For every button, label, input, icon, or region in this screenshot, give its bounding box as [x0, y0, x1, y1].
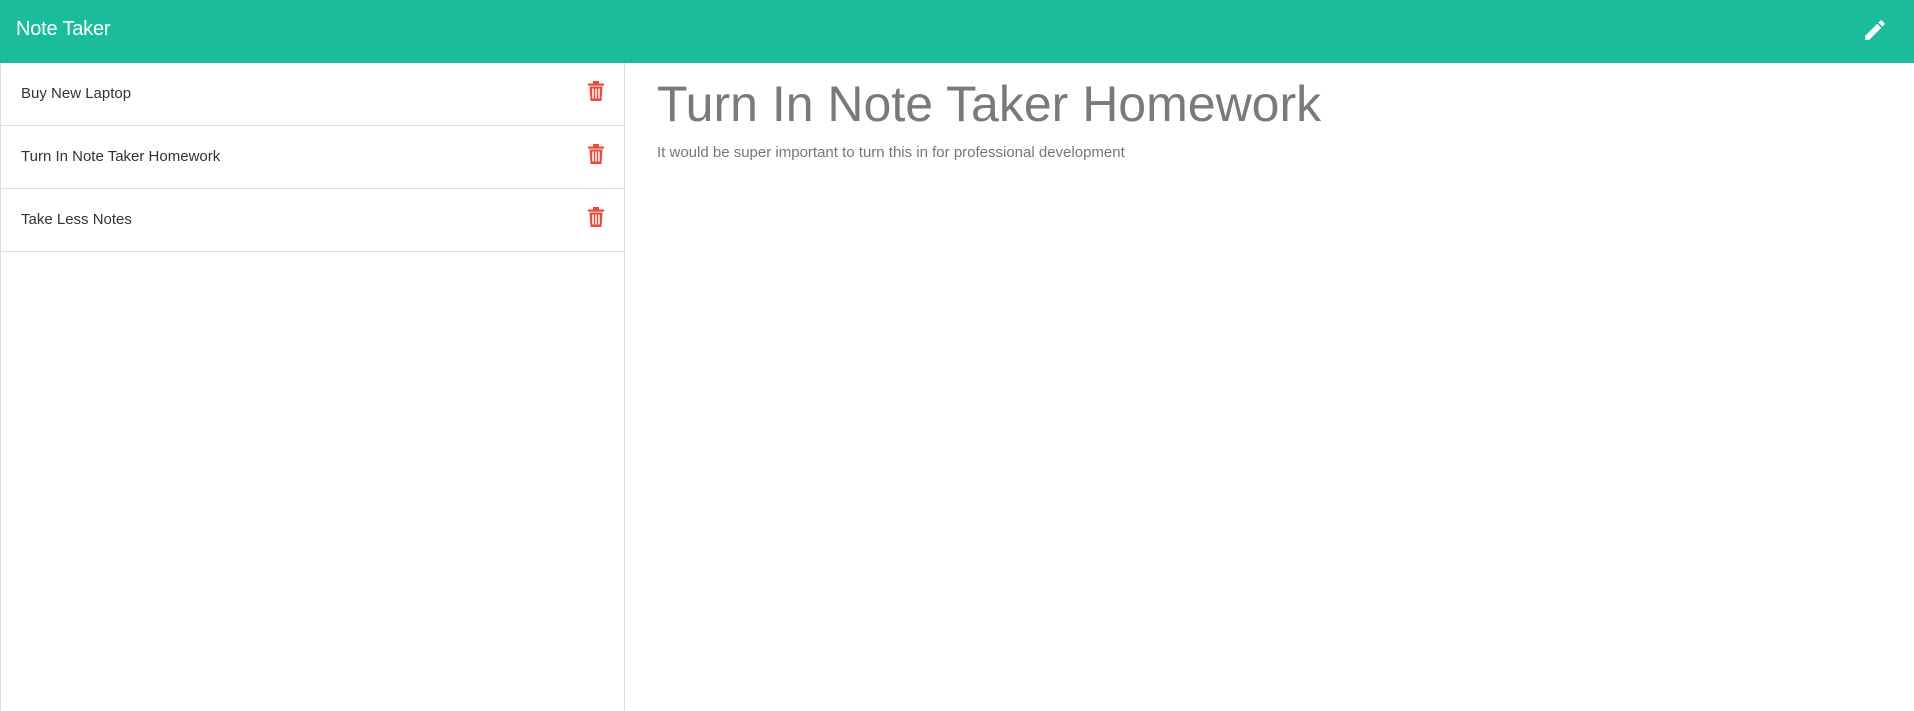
note-list: Buy New Laptop Turn In Note Taker Homewo… [1, 63, 624, 252]
note-item-title: Turn In Note Taker Homework [21, 148, 221, 165]
trash-icon[interactable] [588, 81, 604, 101]
note-list-item[interactable]: Take Less Notes [1, 189, 624, 252]
note-text-field[interactable]: It would be super important to turn this… [657, 144, 1125, 162]
trash-icon[interactable] [588, 207, 604, 227]
new-note-button[interactable] [1858, 13, 1892, 47]
note-item-title: Buy New Laptop [21, 85, 132, 102]
note-item-title: Take Less Notes [21, 211, 132, 228]
note-list-sidebar: Buy New Laptop Turn In Note Taker Homewo… [0, 63, 625, 711]
note-list-item[interactable]: Turn In Note Taker Homework [1, 126, 624, 189]
note-view: Turn In Note Taker Homework It would be … [625, 63, 1914, 711]
navbar: Note Taker [0, 0, 1914, 63]
note-list-item[interactable]: Buy New Laptop [1, 63, 624, 126]
trash-icon[interactable] [588, 144, 604, 164]
note-title-field[interactable]: Turn In Note Taker Homework [657, 74, 1321, 134]
pencil-icon [1865, 20, 1885, 40]
app-title[interactable]: Note Taker [16, 17, 111, 41]
